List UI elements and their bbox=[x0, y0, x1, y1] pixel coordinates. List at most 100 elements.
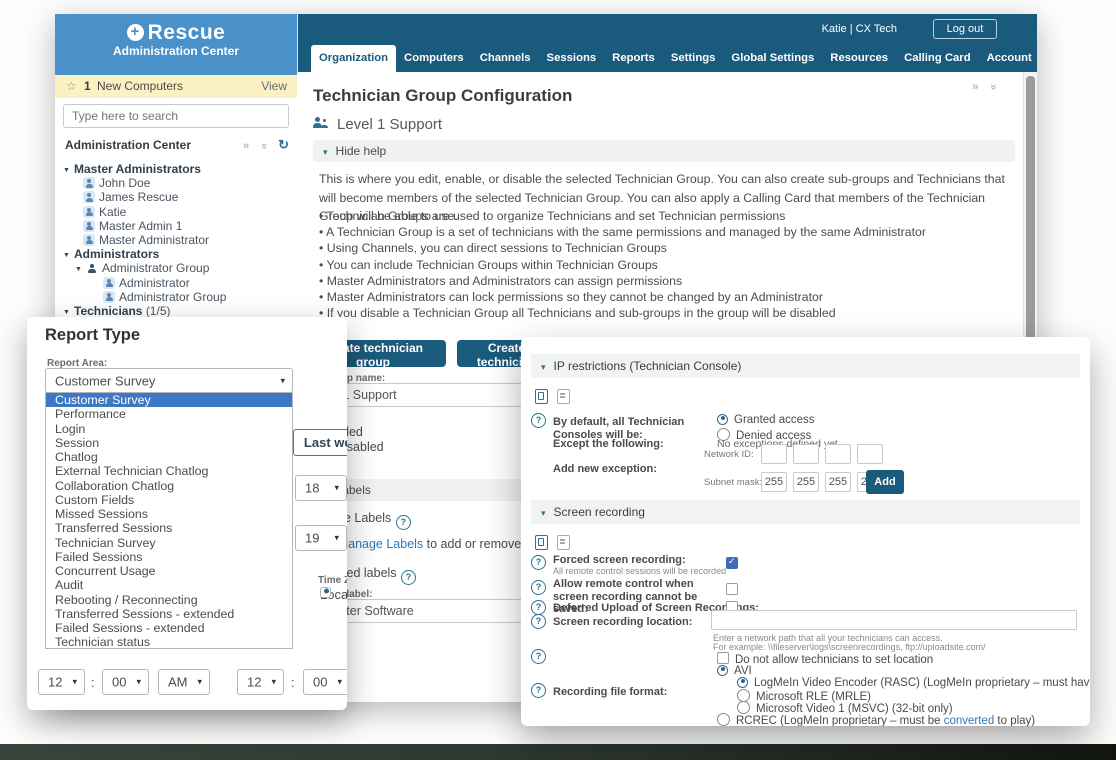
tab[interactable]: Computers bbox=[396, 45, 472, 72]
expand-all-icon[interactable] bbox=[243, 140, 249, 152]
tab[interactable]: Settings bbox=[663, 45, 724, 72]
report-area-option[interactable]: Failed Sessions bbox=[46, 550, 292, 564]
help-icon[interactable] bbox=[531, 413, 546, 428]
add-exception-button[interactable]: Add bbox=[866, 470, 904, 494]
refresh-icon[interactable] bbox=[278, 137, 289, 153]
tab[interactable]: Account bbox=[979, 45, 1040, 72]
tab[interactable]: Channels bbox=[472, 45, 539, 72]
help-icon[interactable] bbox=[396, 515, 411, 530]
tree-node-technicians[interactable]: Technicians (1/5) bbox=[55, 304, 297, 318]
network-id-octet-4[interactable] bbox=[857, 444, 883, 464]
report-area-option[interactable]: Session bbox=[46, 436, 292, 450]
day-to-select[interactable]: 19 bbox=[295, 525, 347, 551]
logout-button[interactable]: Log out bbox=[933, 19, 997, 39]
help-icon[interactable] bbox=[531, 614, 546, 629]
help-icon[interactable] bbox=[531, 649, 546, 664]
report-area-option[interactable]: Technician Survey bbox=[46, 536, 292, 550]
caret-down-icon[interactable] bbox=[63, 164, 74, 176]
screen-recording-toggle[interactable]: Screen recording bbox=[531, 500, 1080, 524]
report-area-option[interactable]: Chatlog bbox=[46, 450, 292, 464]
checkbox-icon[interactable] bbox=[717, 652, 729, 664]
last-week-button[interactable]: Last week bbox=[293, 429, 347, 456]
tab[interactable]: Sessions bbox=[539, 45, 605, 72]
report-area-option[interactable]: Audit bbox=[46, 578, 292, 592]
ip-restrictions-toggle[interactable]: IP restrictions (Technician Console) bbox=[531, 354, 1080, 378]
search-input[interactable] bbox=[63, 104, 289, 128]
tab[interactable]: Organization bbox=[311, 45, 396, 72]
report-area-select[interactable]: Customer Survey bbox=[45, 368, 293, 393]
radio-icon[interactable] bbox=[717, 713, 730, 726]
view-link[interactable]: View bbox=[261, 75, 287, 98]
avi-option[interactable]: AVI bbox=[717, 665, 752, 677]
radio-icon[interactable] bbox=[717, 414, 728, 425]
collapse-panel-icon[interactable] bbox=[987, 84, 999, 90]
allow-remote-checkbox[interactable] bbox=[726, 583, 738, 595]
recording-location-input[interactable] bbox=[711, 610, 1077, 630]
help-icon[interactable] bbox=[531, 600, 546, 615]
report-area-option[interactable]: Transferred Sessions - extended bbox=[46, 607, 292, 621]
tree-node-user[interactable]: Master Admin 1 bbox=[55, 219, 297, 233]
granted-access-option[interactable]: Granted access bbox=[717, 414, 815, 426]
from-hour-select[interactable]: 12 bbox=[38, 669, 85, 695]
report-area-option[interactable]: Collaboration Chatlog bbox=[46, 479, 292, 493]
copy-settings-icon[interactable] bbox=[535, 389, 548, 404]
tab[interactable]: Resources bbox=[822, 45, 896, 72]
tree-node-user[interactable]: Administrator Group bbox=[55, 290, 297, 304]
caret-down-icon[interactable] bbox=[75, 263, 86, 275]
report-area-option[interactable]: Failed Sessions - extended bbox=[46, 621, 292, 635]
tree-node-administrators[interactable]: Administrators bbox=[55, 247, 297, 261]
report-area-option[interactable]: Technician status bbox=[46, 635, 292, 649]
network-id-octet-3[interactable] bbox=[825, 444, 851, 464]
help-icon[interactable] bbox=[531, 555, 546, 570]
subnet-octet-2[interactable] bbox=[793, 472, 819, 492]
tab[interactable]: Reports bbox=[604, 45, 663, 72]
from-ampm-select[interactable]: AM bbox=[158, 669, 210, 695]
no-set-location-option[interactable]: Do not allow technicians to set location bbox=[717, 652, 933, 666]
tree-node-user[interactable]: Katie bbox=[55, 205, 297, 219]
to-minute-select[interactable]: 00 bbox=[303, 669, 347, 695]
report-area-option[interactable]: Custom Fields bbox=[46, 493, 292, 507]
report-area-option[interactable]: External Technician Chatlog bbox=[46, 464, 292, 478]
radio-icon[interactable] bbox=[717, 665, 728, 676]
forced-recording-checkbox[interactable] bbox=[726, 557, 738, 569]
tree-node-user[interactable]: John Doe bbox=[55, 176, 297, 190]
converted-link[interactable]: converted bbox=[944, 715, 995, 726]
network-id-octet-1[interactable] bbox=[761, 444, 787, 464]
copy-settings-icon[interactable] bbox=[535, 535, 548, 550]
report-area-option[interactable]: Transferred Sessions bbox=[46, 521, 292, 535]
to-hour-select[interactable]: 12 bbox=[237, 669, 284, 695]
paste-settings-icon[interactable] bbox=[557, 535, 570, 550]
hide-help-toggle[interactable]: Hide help bbox=[313, 140, 1015, 162]
day-from-select[interactable]: 18 bbox=[295, 475, 347, 501]
help-icon[interactable] bbox=[531, 683, 546, 698]
radio-icon[interactable] bbox=[320, 587, 331, 598]
tree-node-user[interactable]: Administrator bbox=[55, 276, 297, 290]
rcrec-option[interactable]: RCREC (LogMeIn proprietary – must be con… bbox=[717, 713, 1035, 726]
collapse-all-icon[interactable] bbox=[258, 143, 270, 149]
subnet-octet-1[interactable] bbox=[761, 472, 787, 492]
radio-icon[interactable] bbox=[737, 677, 748, 688]
report-area-option[interactable]: Customer Survey bbox=[46, 393, 292, 407]
caret-down-icon[interactable] bbox=[63, 249, 74, 261]
tab[interactable]: Global Settings bbox=[723, 45, 822, 72]
tree-node-master-administrators[interactable]: Master Administrators bbox=[55, 162, 297, 176]
report-area-option[interactable]: Rebooting / Reconnecting bbox=[46, 593, 292, 607]
from-minute-select[interactable]: 00 bbox=[102, 669, 149, 695]
tree-node-user[interactable]: Master Administrator bbox=[55, 233, 297, 247]
paste-settings-icon[interactable] bbox=[557, 389, 570, 404]
manage-labels-link[interactable]: Manage Labels bbox=[338, 537, 423, 551]
help-icon[interactable] bbox=[531, 580, 546, 595]
report-area-option[interactable]: Performance bbox=[46, 407, 292, 421]
help-icon[interactable] bbox=[401, 570, 416, 585]
network-id-octet-2[interactable] bbox=[793, 444, 819, 464]
timezone-local-option[interactable]: Local bbox=[320, 587, 347, 602]
report-area-option[interactable]: Login bbox=[46, 422, 292, 436]
tree-node-user[interactable]: James Rescue bbox=[55, 190, 297, 204]
report-area-option[interactable]: Missed Sessions bbox=[46, 507, 292, 521]
tab[interactable]: Calling Card bbox=[896, 45, 979, 72]
report-area-option[interactable]: Concurrent Usage bbox=[46, 564, 292, 578]
rasc-option[interactable]: LogMeIn Video Encoder (RASC) (LogMeIn pr… bbox=[737, 677, 1090, 689]
expand-panel-icon[interactable] bbox=[972, 81, 978, 93]
subnet-octet-3[interactable] bbox=[825, 472, 851, 492]
tree-node-administrator-group[interactable]: Administrator Group bbox=[55, 261, 297, 275]
